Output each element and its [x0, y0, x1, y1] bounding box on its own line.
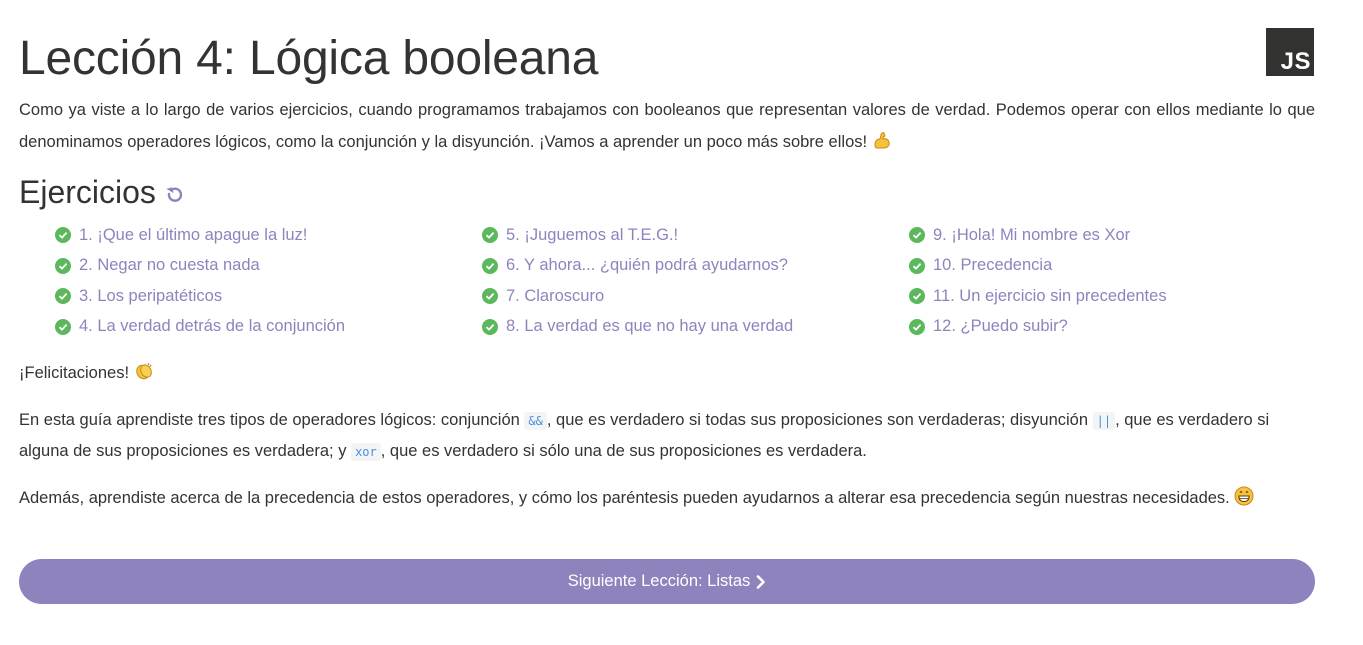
exercise-label: 4. La verdad detrás de la conjunción [79, 317, 346, 336]
exercise-label: 12. ¿Puedo subir? [933, 317, 1068, 336]
exercise-item-2[interactable]: 2. Negar no cuesta nada [55, 251, 482, 282]
intro-text: Como ya viste a lo largo de varios ejerc… [19, 101, 1315, 151]
exercise-label: 3. Los peripatéticos [79, 286, 223, 305]
restart-icon[interactable] [164, 185, 184, 205]
exercise-label: 7. Claroscuro [506, 286, 605, 305]
exercise-label: 2. Negar no cuesta nada [79, 256, 260, 275]
or-operator-code: || [1092, 412, 1116, 430]
check-circle-icon [482, 227, 498, 244]
exercise-label: 1. ¡Que el último apague la luz! [79, 225, 308, 244]
exercise-item-8[interactable]: 8. La verdad es que no hay una verdad [482, 312, 909, 343]
exercise-label: 10. Precedencia [933, 256, 1053, 275]
flexed-biceps-icon [872, 129, 892, 161]
exercise-item-9[interactable]: 9. ¡Hola! Mi nombre es Xor [909, 220, 1315, 251]
exercises-title: Ejercicios [19, 174, 156, 210]
operators-paragraph: En esta guía aprendiste tres tipos de op… [19, 405, 1315, 467]
exercise-label: 5. ¡Juguemos al T.E.G.! [506, 225, 679, 244]
check-circle-icon [55, 318, 71, 335]
check-circle-icon [482, 257, 498, 274]
exercise-item-3[interactable]: 3. Los peripatéticos [55, 281, 482, 312]
chevron-right-icon [756, 574, 766, 589]
ops-text-4: , que es verdadero si sólo una de sus pr… [380, 442, 867, 460]
next-lesson-label: Siguiente Lección: Listas [567, 572, 751, 590]
precedence-text: Además, aprendiste acerca de la preceden… [19, 489, 1230, 507]
check-circle-icon [909, 288, 925, 305]
ops-text-1: En esta guía aprendiste tres tipos de op… [19, 411, 520, 429]
check-circle-icon [482, 288, 498, 305]
check-circle-icon [909, 257, 925, 274]
exercise-label: 11. Un ejercicio sin precedentes [933, 286, 1167, 305]
check-circle-icon [482, 318, 498, 335]
and-operator-code: && [524, 412, 547, 430]
congrats-text: ¡Felicitaciones! [19, 364, 130, 382]
js-logo: JS [1266, 28, 1314, 76]
check-circle-icon [55, 257, 71, 274]
check-circle-icon [55, 288, 71, 305]
lesson-intro: Como ya viste a lo largo de varios ejerc… [19, 94, 1315, 161]
exercise-label: 6. Y ahora... ¿quién podrá ayudarnos? [506, 256, 788, 275]
exercise-item-5[interactable]: 5. ¡Juguemos al T.E.G.! [482, 220, 909, 251]
exercise-item-7[interactable]: 7. Claroscuro [482, 281, 909, 312]
xor-operator-code: xor [351, 443, 381, 461]
check-circle-icon [55, 227, 71, 244]
ops-text-2: , que es verdadero si todas sus proposic… [546, 411, 1089, 429]
exercise-item-1[interactable]: 1. ¡Que el último apague la luz! [55, 220, 482, 251]
exercise-item-10[interactable]: 10. Precedencia [909, 251, 1315, 282]
grinning-face-icon [1234, 486, 1254, 516]
exercises-heading: Ejercicios [19, 172, 184, 212]
page-title: Lección 4: Lógica booleana [19, 32, 599, 85]
exercise-item-12[interactable]: 12. ¿Puedo subir? [909, 312, 1315, 343]
congrats-paragraph: ¡Felicitaciones! [19, 358, 1315, 391]
exercise-item-4[interactable]: 4. La verdad detrás de la conjunción [55, 312, 482, 343]
precedence-paragraph: Además, aprendiste acerca de la preceden… [19, 483, 1315, 516]
exercise-item-11[interactable]: 11. Un ejercicio sin precedentes [909, 281, 1315, 312]
check-circle-icon [909, 227, 925, 244]
exercise-label: 9. ¡Hola! Mi nombre es Xor [933, 225, 1131, 244]
check-circle-icon [909, 318, 925, 335]
next-lesson-button[interactable]: Siguiente Lección: Listas [19, 559, 1315, 604]
clapping-hands-icon [134, 361, 154, 391]
js-logo-text: JS [1280, 48, 1311, 75]
exercise-list: 1. ¡Que el último apague la luz! 2. Nega… [55, 220, 1315, 342]
exercise-label: 8. La verdad es que no hay una verdad [506, 317, 794, 336]
exercise-item-6[interactable]: 6. Y ahora... ¿quién podrá ayudarnos? [482, 251, 909, 282]
